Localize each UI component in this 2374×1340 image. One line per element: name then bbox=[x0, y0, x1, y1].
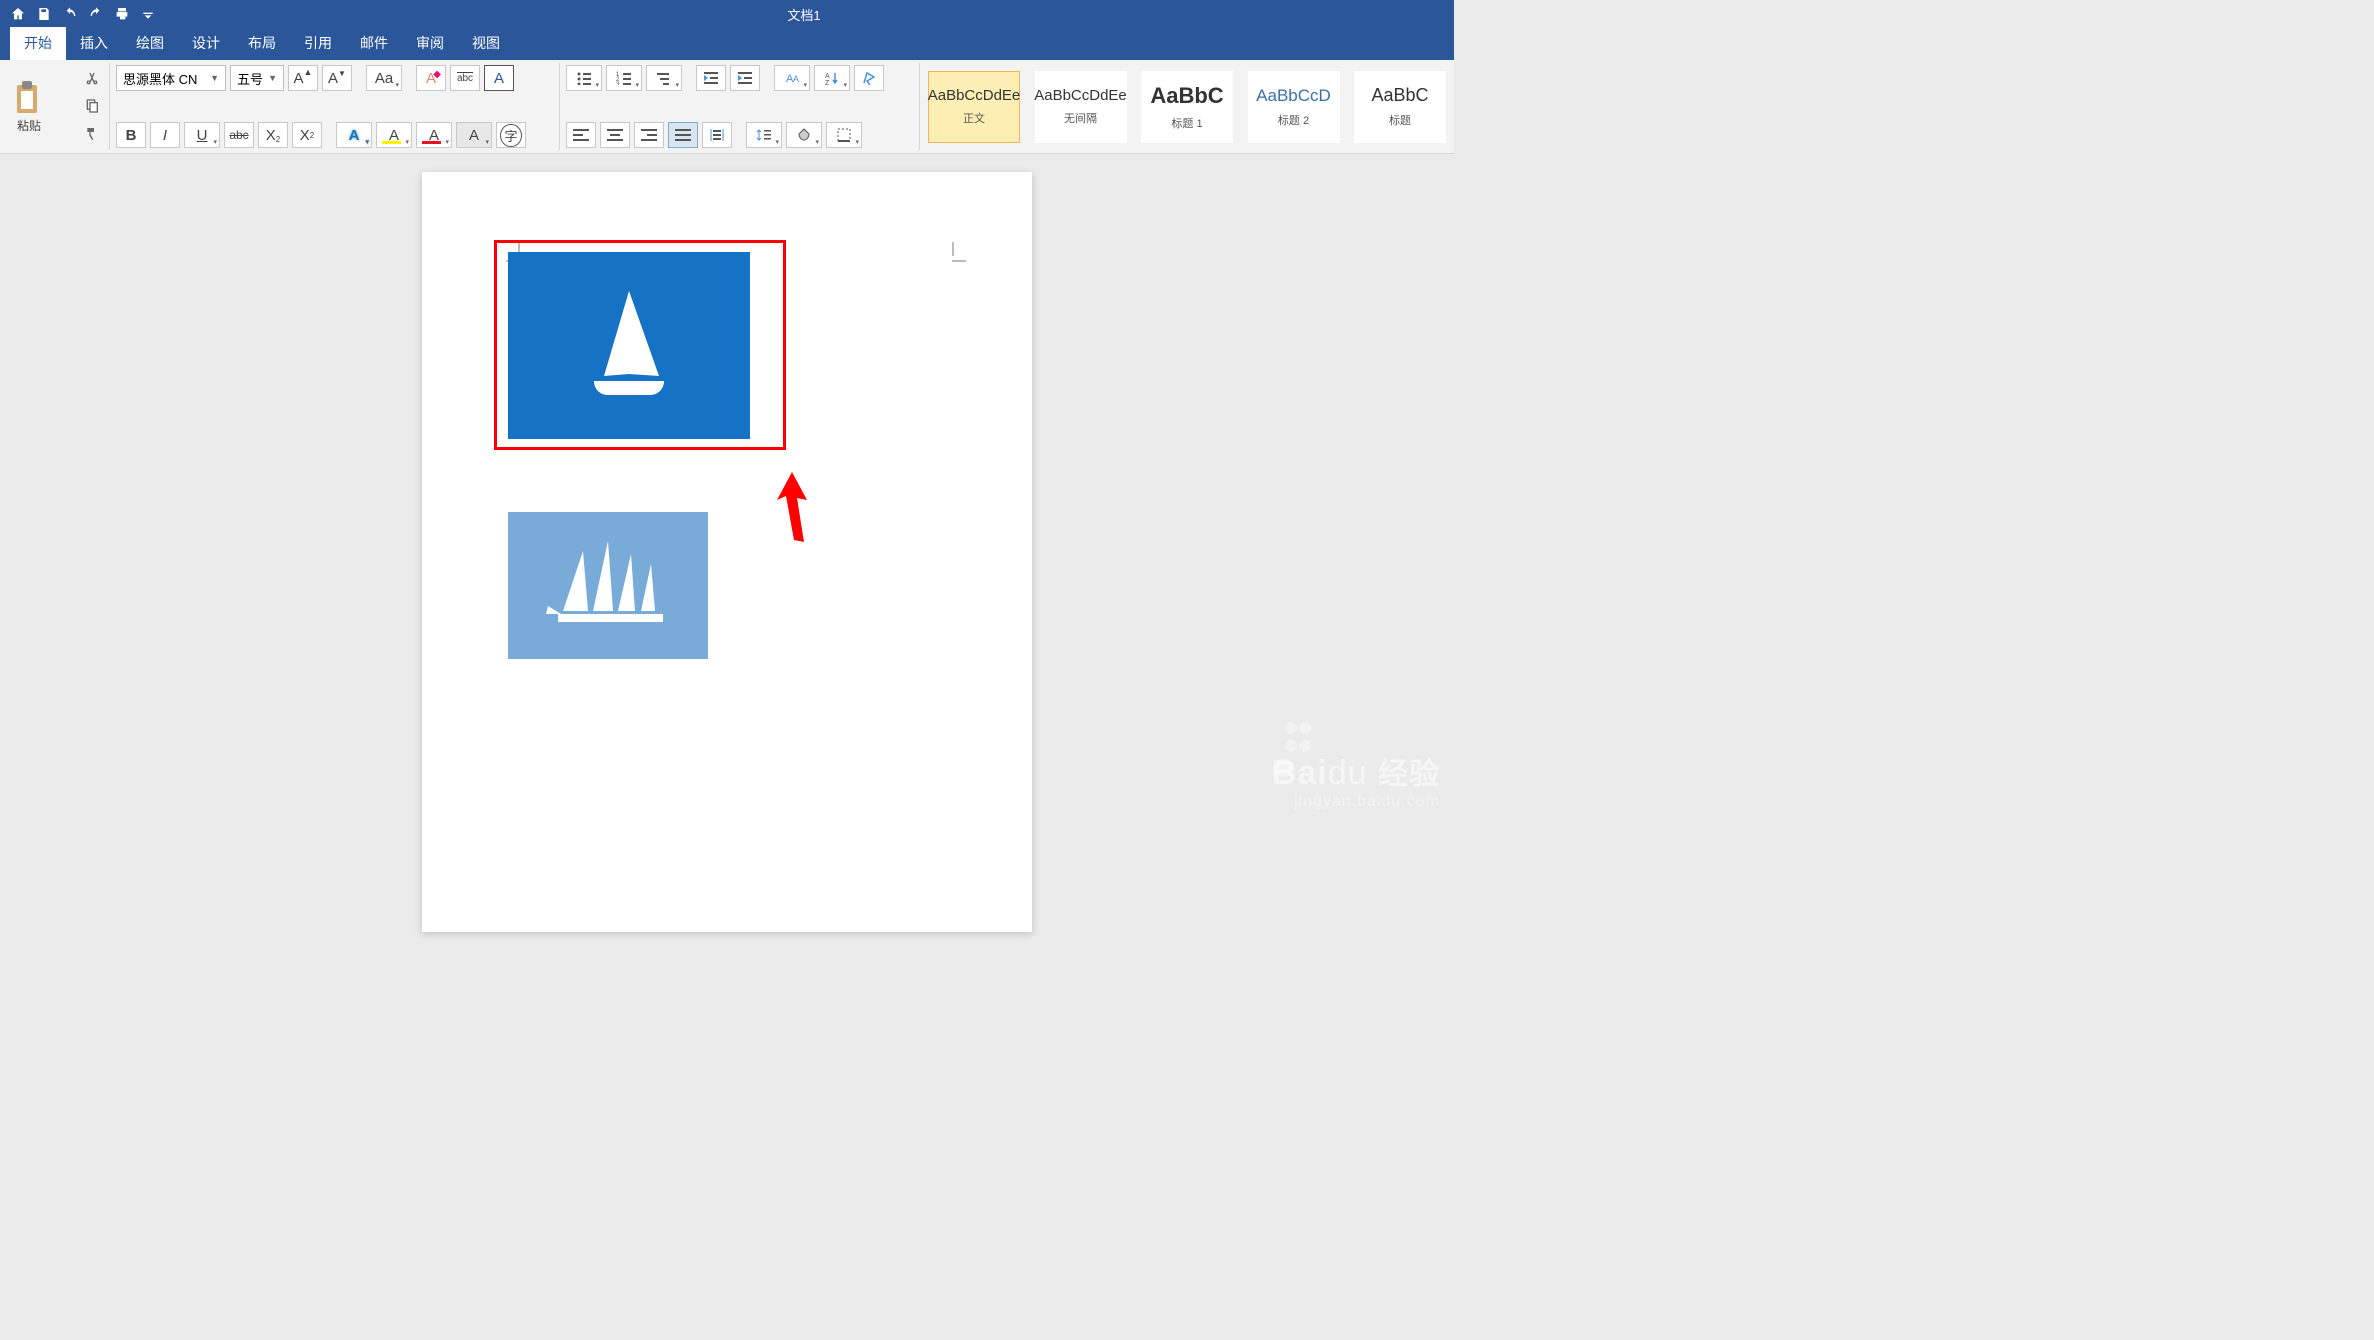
style-normal[interactable]: AaBbCcDdEe 正文 bbox=[928, 71, 1020, 143]
svg-text:A: A bbox=[825, 73, 830, 80]
page bbox=[422, 172, 1032, 932]
tab-draw[interactable]: 绘图 bbox=[122, 27, 178, 60]
clear-formatting-button[interactable]: A◆ bbox=[416, 65, 446, 91]
quick-access-toolbar bbox=[6, 2, 160, 26]
clipboard-small bbox=[77, 65, 103, 148]
distributed-button[interactable] bbox=[702, 122, 732, 148]
document-canvas[interactable] bbox=[0, 154, 1454, 821]
save-icon[interactable] bbox=[32, 2, 56, 26]
style-heading2[interactable]: AaBbCcD 标题 2 bbox=[1248, 71, 1340, 143]
strikethrough-button[interactable]: abc bbox=[224, 122, 254, 148]
paste-label: 粘贴 bbox=[17, 117, 41, 134]
customize-qat-icon[interactable] bbox=[136, 2, 160, 26]
tab-layout[interactable]: 布局 bbox=[234, 27, 290, 60]
borders-button[interactable] bbox=[826, 122, 862, 148]
tab-design[interactable]: 设计 bbox=[178, 27, 234, 60]
style-heading1[interactable]: AaBbC 标题 1 bbox=[1141, 71, 1233, 143]
home-icon[interactable] bbox=[6, 2, 30, 26]
decrease-indent-button[interactable] bbox=[696, 65, 726, 91]
line-spacing-button[interactable] bbox=[746, 122, 782, 148]
ribbon-tabs: 开始 插入 绘图 设计 布局 引用 邮件 审阅 视图 bbox=[0, 28, 1454, 60]
paste-button[interactable]: 粘贴 bbox=[6, 65, 52, 148]
svg-text:A: A bbox=[793, 74, 799, 84]
document-title: 文档1 bbox=[160, 5, 1448, 24]
title-bar: 文档1 bbox=[0, 0, 1454, 28]
margin-marker-tr bbox=[952, 242, 972, 262]
italic-button[interactable]: I bbox=[150, 122, 180, 148]
sort-button[interactable]: AZ bbox=[814, 65, 850, 91]
group-paragraph: 123 AA AZ bbox=[560, 63, 920, 150]
group-font: 思源黑体 CN▼ 五号▼ A▲ A▼ Aa A◆ abc A B I U abc… bbox=[110, 63, 560, 150]
show-marks-button[interactable] bbox=[854, 65, 884, 91]
undo-icon[interactable] bbox=[58, 2, 82, 26]
format-painter-icon[interactable] bbox=[81, 123, 103, 145]
increase-indent-button[interactable] bbox=[730, 65, 760, 91]
image-sailboat-2[interactable] bbox=[508, 512, 708, 659]
change-case-button[interactable]: Aa bbox=[366, 65, 402, 91]
enclose-char-button[interactable]: 字 bbox=[496, 122, 526, 148]
numbering-button[interactable]: 123 bbox=[606, 65, 642, 91]
char-shading-button[interactable]: A bbox=[456, 122, 492, 148]
image-sailboat-1[interactable] bbox=[508, 252, 750, 439]
bold-button[interactable]: B bbox=[116, 122, 146, 148]
copy-icon[interactable] bbox=[81, 95, 103, 117]
svg-text:Z: Z bbox=[825, 80, 830, 85]
ribbon: 粘贴 思源黑体 CN▼ 五号▼ A▲ A▼ Aa A◆ abc A B I U … bbox=[0, 60, 1454, 154]
group-styles: AaBbCcDdEe 正文 AaBbCcDdEe 无间隔 AaBbC 标题 1 … bbox=[920, 63, 1454, 150]
print-icon[interactable] bbox=[110, 2, 134, 26]
tab-references[interactable]: 引用 bbox=[290, 27, 346, 60]
underline-button[interactable]: U bbox=[184, 122, 220, 148]
tab-view[interactable]: 视图 bbox=[458, 27, 514, 60]
char-border-button[interactable]: A bbox=[484, 65, 514, 91]
tab-mailings[interactable]: 邮件 bbox=[346, 27, 402, 60]
text-effects-button[interactable]: A bbox=[336, 122, 372, 148]
tab-review[interactable]: 审阅 bbox=[402, 27, 458, 60]
grow-font-button[interactable]: A▲ bbox=[288, 65, 318, 91]
style-nospacing[interactable]: AaBbCcDdEe 无间隔 bbox=[1035, 71, 1127, 143]
highlight-button[interactable]: A bbox=[376, 122, 412, 148]
phonetic-guide-button[interactable]: abc bbox=[450, 65, 480, 91]
subscript-button[interactable]: X2 bbox=[258, 122, 288, 148]
redo-icon[interactable] bbox=[84, 2, 108, 26]
group-clipboard: 粘贴 bbox=[0, 63, 110, 150]
align-center-button[interactable] bbox=[600, 122, 630, 148]
annotation-arrow-icon bbox=[772, 472, 812, 547]
tab-home[interactable]: 开始 bbox=[10, 27, 66, 60]
justify-button[interactable] bbox=[668, 122, 698, 148]
align-right-button[interactable] bbox=[634, 122, 664, 148]
font-family-select[interactable]: 思源黑体 CN▼ bbox=[116, 65, 226, 91]
shrink-font-button[interactable]: A▼ bbox=[322, 65, 352, 91]
para-shading-button[interactable] bbox=[786, 122, 822, 148]
svg-text:3: 3 bbox=[616, 82, 620, 85]
font-size-select[interactable]: 五号▼ bbox=[230, 65, 284, 91]
multilevel-list-button[interactable] bbox=[646, 65, 682, 91]
bullets-button[interactable] bbox=[566, 65, 602, 91]
style-title[interactable]: AaBbC 标题 bbox=[1354, 71, 1446, 143]
cut-icon[interactable] bbox=[81, 68, 103, 90]
tab-insert[interactable]: 插入 bbox=[66, 27, 122, 60]
asian-layout-button[interactable]: AA bbox=[774, 65, 810, 91]
superscript-button[interactable]: X2 bbox=[292, 122, 322, 148]
align-left-button[interactable] bbox=[566, 122, 596, 148]
font-color-button[interactable]: A bbox=[416, 122, 452, 148]
